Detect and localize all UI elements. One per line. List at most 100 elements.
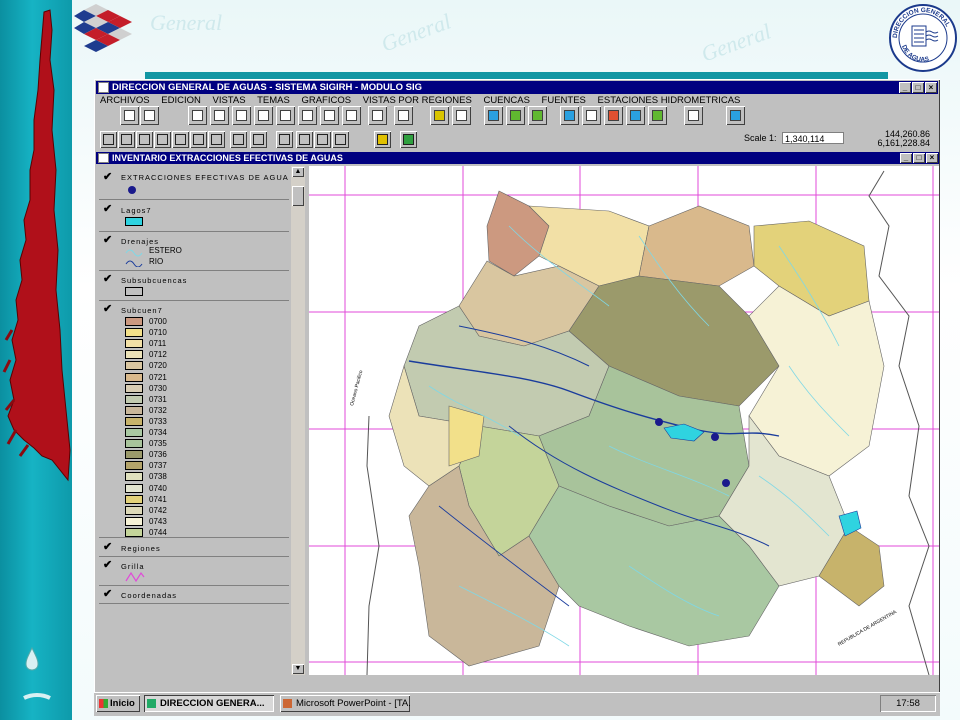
grid-tool-button[interactable] — [582, 106, 601, 125]
menu-vistas-por-regiones[interactable]: VISTAS POR REGIONES — [363, 95, 472, 106]
source-tool-button[interactable] — [528, 106, 547, 125]
add-layer-tool-button[interactable] — [374, 131, 391, 148]
line-tool-button[interactable] — [332, 131, 349, 148]
close-button[interactable]: × — [925, 82, 937, 93]
scale-input[interactable]: 1,340,114 — [782, 132, 844, 144]
class-label-0738: 0738 — [149, 472, 167, 482]
class-label-0736: 0736 — [149, 450, 167, 460]
chart-icon — [630, 110, 641, 121]
map-canvas[interactable]: Oceano Pacifico REPUBLICA DE ARGENTINA — [309, 166, 939, 675]
scroll-thumb[interactable] — [292, 186, 304, 206]
station-tool-button[interactable] — [560, 106, 579, 125]
pan-tool-button[interactable] — [210, 106, 229, 125]
layer-checkbox-lagos[interactable]: ✔ — [103, 204, 112, 215]
point-tool-button[interactable] — [208, 131, 225, 148]
zoom-in-tool-button[interactable] — [100, 131, 117, 148]
taskbar-item-powerpoint[interactable]: Microsoft PowerPoint - [TA... — [280, 695, 410, 712]
theme-tool-button[interactable] — [430, 106, 449, 125]
menu-archivos[interactable]: ARCHIVOS — [100, 95, 150, 106]
view-maximize-button[interactable]: □ — [913, 153, 925, 163]
basin-tool-button[interactable] — [506, 106, 525, 125]
class-label-0730: 0730 — [149, 383, 167, 393]
menu-graficos[interactable]: GRAFICOS — [301, 95, 351, 106]
class-swatch-0733 — [125, 416, 143, 426]
extraction-point[interactable] — [711, 433, 719, 441]
maximize-button[interactable]: □ — [912, 82, 924, 93]
view-close-button[interactable]: × — [926, 153, 938, 163]
view-icon[interactable] — [98, 153, 109, 163]
new-view-tool-button[interactable] — [120, 106, 139, 125]
layer-checkbox-coordenadas[interactable]: ✔ — [103, 589, 112, 600]
layer-checkbox-regiones[interactable]: ✔ — [103, 542, 112, 553]
layer-checkbox-drenajes[interactable]: ✔ — [103, 235, 112, 246]
taskbar-item-label: Microsoft PowerPoint - [TA... — [296, 698, 410, 709]
layer-checkbox-grilla[interactable]: ✔ — [103, 560, 112, 571]
open-project-tool-button[interactable] — [140, 106, 159, 125]
region-icon — [488, 110, 499, 121]
layer-name-regiones[interactable]: Regiones — [121, 544, 161, 553]
select-feature-tool-button[interactable] — [172, 131, 189, 148]
measure-tool-button[interactable] — [154, 131, 171, 148]
extraction-point[interactable] — [722, 479, 730, 487]
legend-separator — [99, 537, 289, 538]
drenajes-rio-label: RIO — [149, 257, 164, 266]
chart-tool-button[interactable] — [400, 131, 417, 148]
zoom-full-tool-button[interactable] — [276, 106, 295, 125]
app-titlebar[interactable]: DIRECCION GENERAL DE AGUAS - SISTEMA SIG… — [96, 81, 938, 94]
text-tool-button[interactable] — [250, 131, 267, 148]
find-tool-button[interactable] — [320, 106, 339, 125]
layer-name-subsubcuencas[interactable]: Subsubcuencas — [121, 276, 187, 285]
view-titlebar[interactable]: INVENTARIO EXTRACCIONES EFECTIVAS DE AGU… — [96, 152, 939, 164]
menu-cuencas[interactable]: CUENCAS — [483, 95, 529, 106]
view-minimize-button[interactable]: _ — [900, 153, 912, 163]
menu-vistas[interactable]: VISTAS — [213, 95, 246, 106]
zoom-out-tool-button[interactable] — [254, 106, 273, 125]
scroll-up-arrow-icon[interactable]: ▲ — [292, 167, 304, 177]
layer-name-grilla[interactable]: Grilla — [121, 562, 145, 571]
point-symbol-icon — [128, 186, 136, 194]
vertex-tool-button[interactable] — [190, 131, 207, 148]
rectangle-tool-button[interactable] — [314, 131, 331, 148]
map-tool-button[interactable] — [648, 106, 667, 125]
menu-estaciones-hidrometricas[interactable]: ESTACIONES HIDROMETRICAS — [598, 95, 741, 106]
region-tool-button[interactable] — [484, 106, 503, 125]
image-tool-button[interactable] — [604, 106, 623, 125]
scroll-down-arrow-icon[interactable]: ▼ — [292, 664, 304, 674]
menu-temas[interactable]: TEMAS — [257, 95, 290, 106]
menu-edicion[interactable]: EDICION — [161, 95, 201, 106]
layer-checkbox-subcuen[interactable]: ✔ — [103, 304, 112, 315]
help-tool-button[interactable] — [726, 106, 745, 125]
print-preview-tool-button[interactable] — [394, 106, 413, 125]
print-tool-button[interactable] — [684, 106, 703, 125]
zoom-in-tool-button[interactable] — [232, 106, 251, 125]
label-tool-button[interactable] — [230, 131, 247, 148]
info-tool-button[interactable] — [276, 131, 293, 148]
legend-scrollbar[interactable]: ▲ ▼ — [291, 166, 305, 675]
zoom-full-icon — [280, 110, 291, 121]
zoom-out-tool-button[interactable] — [118, 131, 135, 148]
identify-tool-button[interactable] — [188, 106, 207, 125]
pan-hand-tool-button[interactable] — [136, 131, 153, 148]
extraction-point[interactable] — [655, 418, 663, 426]
pointer-tool-button[interactable] — [296, 131, 313, 148]
class-swatch-0738 — [125, 472, 143, 482]
layer-checkbox-subsubcuencas[interactable]: ✔ — [103, 274, 112, 285]
query-tool-button[interactable] — [342, 106, 361, 125]
layer-name-lagos[interactable]: Lagos7 — [121, 206, 152, 215]
layer-name-coordenadas[interactable]: Coordenadas — [121, 591, 177, 600]
menu-fuentes[interactable]: FUENTES — [542, 95, 586, 106]
layer-name-subcuen[interactable]: Subcuen7 — [121, 306, 163, 315]
select-tool-button[interactable] — [298, 106, 317, 125]
taskbar-item-sigirh[interactable]: DIRECCION GENERA... — [144, 695, 274, 712]
map-svg[interactable]: Oceano Pacifico REPUBLICA DE ARGENTINA — [309, 166, 939, 675]
layer-name-extracciones[interactable]: EXTRACCIONES EFECTIVAS DE AGUA — [121, 173, 289, 182]
table-tool-button[interactable] — [452, 106, 471, 125]
app-icon[interactable] — [98, 82, 109, 93]
chart-tool-button[interactable] — [626, 106, 645, 125]
add-layer-icon — [377, 134, 388, 145]
layout-tool-button[interactable] — [368, 106, 387, 125]
minimize-button[interactable]: _ — [899, 82, 911, 93]
start-button[interactable]: Inicio — [96, 695, 140, 712]
class-label-0720: 0720 — [149, 361, 167, 371]
layer-checkbox-extracciones[interactable]: ✔ — [103, 172, 112, 183]
